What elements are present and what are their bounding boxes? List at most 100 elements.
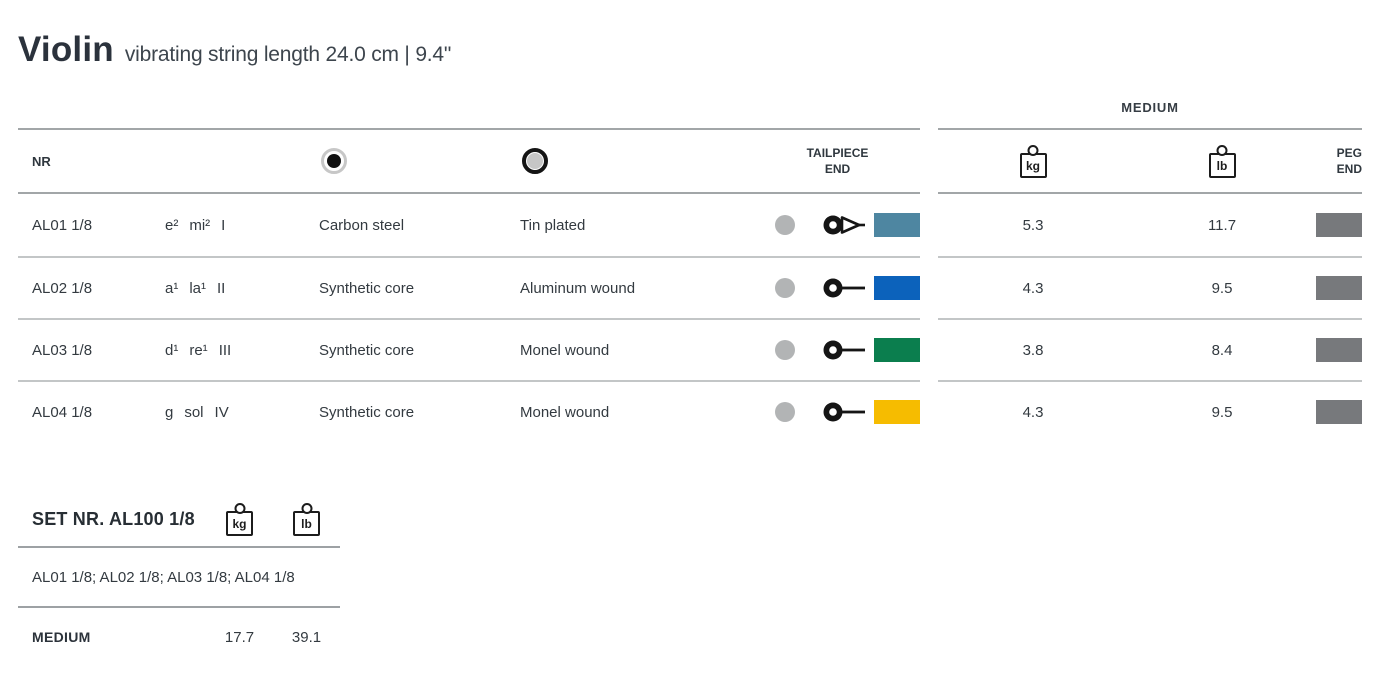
tension-kg: 4.3 [1022,403,1044,421]
string-winding-material: Tin plated [520,216,586,234]
tailpiece-color-swatch [874,400,920,424]
table-row: AL02 1/8 a¹ la¹ II Synthetic core Aluminum… [18,256,920,318]
tailpiece-color-swatch [874,213,920,237]
peg-color-swatch [1316,338,1362,362]
note-solfege: mi² [189,216,211,234]
tailpiece-dot-icon [775,340,795,360]
tension-lb: 11.7 [1207,216,1237,234]
tailpiece-color-swatch [874,338,920,362]
column-header-core [319,148,520,174]
string-winding-material: Monel wound [520,403,610,421]
set-lb-column-header: lb [273,502,340,536]
gauge-label: MEDIUM [1121,100,1179,115]
tension-table: kg lb PEG END 5.3 11.7 4.3 9.5 3.8 8.4 4… [938,128,1362,442]
left-label-spacer [18,100,920,128]
column-header-lb: lb [1128,144,1316,178]
weight-kg-icon: kg [226,511,253,536]
column-header-nr: NR [32,153,51,169]
table-row: AL04 1/8 g sol IV Synthetic core Monel wou… [18,380,920,442]
set-header-row: SET NR. AL100 1/8 kg lb [18,492,340,548]
strings-table-column: NR TAILPIECE END AL01 1/8 e² mi² I Carbo… [18,100,920,442]
string-winding-material: Monel wound [520,341,610,359]
strings-table: NR TAILPIECE END AL01 1/8 e² mi² I Carbo… [18,128,920,442]
set-kg-column-header: kg [206,502,273,536]
peg-end-cell [1316,213,1362,237]
string-core-material: Synthetic core [319,341,415,359]
tension-lb: 8.4 [1211,341,1233,359]
string-core-icon [321,148,347,174]
string-core-material: Carbon steel [319,216,405,234]
tailpiece-end-cell [755,213,920,237]
tailpiece-end-cell [755,338,920,362]
column-header-peg-end: PEG END [1316,145,1362,177]
tailpiece-dot-icon [775,215,795,235]
peg-end-cell [1316,276,1362,300]
page-header: Violin vibrating string length 24.0 cm |… [18,30,1362,70]
table-row: AL01 1/8 e² mi² I Carbon steel Tin plated [18,194,920,256]
set-total-kg: 17.7 [224,628,255,646]
tailpiece-color-swatch [874,276,920,300]
tension-row: 4.3 9.5 [938,256,1362,318]
string-note: e² mi² I [165,217,319,234]
set-summary-block: SET NR. AL100 1/8 kg lb AL01 1/8; AL02 1… [18,492,340,666]
tension-kg: 4.3 [1022,279,1044,297]
core-dot [327,154,341,168]
tension-table-column: MEDIUM kg lb PEG END 5.3 11.7 4.3 9.5 3.… [938,100,1362,442]
note-roman: II [217,279,226,297]
set-number-title: SET NR. AL100 1/8 [32,508,195,529]
peg-end-label: PEG END [1336,145,1362,176]
winding-fill [527,153,543,169]
note-pitch: g [165,403,174,421]
ball-end-icon [823,278,865,298]
string-winding-icon [522,148,548,174]
string-note: g sol IV [165,404,319,421]
set-tension-row: MEDIUM 17.7 39.1 [18,608,340,666]
peg-color-swatch [1316,400,1362,424]
string-nr: AL02 1/8 [32,279,93,297]
note-pitch: d¹ [165,341,179,359]
note-solfege: sol [184,403,204,421]
tension-row: 5.3 11.7 [938,194,1362,256]
string-nr: AL01 1/8 [32,216,93,234]
note-pitch: a¹ [165,279,179,297]
page-title: Violin [18,30,114,69]
tension-row: 4.3 9.5 [938,380,1362,442]
tailpiece-end-label: TAILPIECE END [806,145,869,176]
violin-spec-page: Violin vibrating string length 24.0 cm |… [0,0,1380,666]
tailpiece-end-cell [755,276,920,300]
set-contents: AL01 1/8; AL02 1/8; AL03 1/8; AL04 1/8 [18,548,340,608]
column-header-winding [520,148,755,174]
weight-kg-icon: kg [1019,153,1047,178]
weight-lb-icon: lb [1208,153,1236,178]
tension-lb: 9.5 [1211,279,1233,297]
tailpiece-dot-icon [775,278,795,298]
note-roman: I [221,216,226,234]
string-note: d¹ re¹ III [165,342,319,359]
column-header-tailpiece-end: TAILPIECE END [755,145,920,177]
note-solfege: la¹ [189,279,207,297]
peg-color-swatch [1316,213,1362,237]
page-subtitle: vibrating string length 24.0 cm | 9.4" [124,43,452,66]
tension-table-header: kg lb PEG END [938,130,1362,194]
set-total-lb: 39.1 [291,628,322,646]
strings-table-header: NR TAILPIECE END [18,130,920,194]
weight-lb-icon: lb [293,511,320,536]
column-header-kg: kg [938,144,1128,178]
peg-color-swatch [1316,276,1362,300]
string-core-material: Synthetic core [319,403,415,421]
tension-row: 3.8 8.4 [938,318,1362,380]
tension-kg: 3.8 [1022,341,1044,359]
string-nr: AL03 1/8 [32,341,93,359]
string-note: a¹ la¹ II [165,280,319,297]
note-pitch: e² [165,216,179,234]
string-core-material: Synthetic core [319,279,415,297]
set-tension-label: MEDIUM [32,629,91,645]
string-spec-tables: NR TAILPIECE END AL01 1/8 e² mi² I Carbo… [18,100,1362,442]
note-roman: IV [214,403,229,421]
tension-kg: 5.3 [1022,216,1044,234]
peg-end-cell [1316,338,1362,362]
table-row: AL03 1/8 d¹ re¹ III Synthetic core Monel w… [18,318,920,380]
ball-end-icon [823,340,865,360]
string-nr: AL04 1/8 [32,403,93,421]
gauge-label-row: MEDIUM [938,100,1362,128]
